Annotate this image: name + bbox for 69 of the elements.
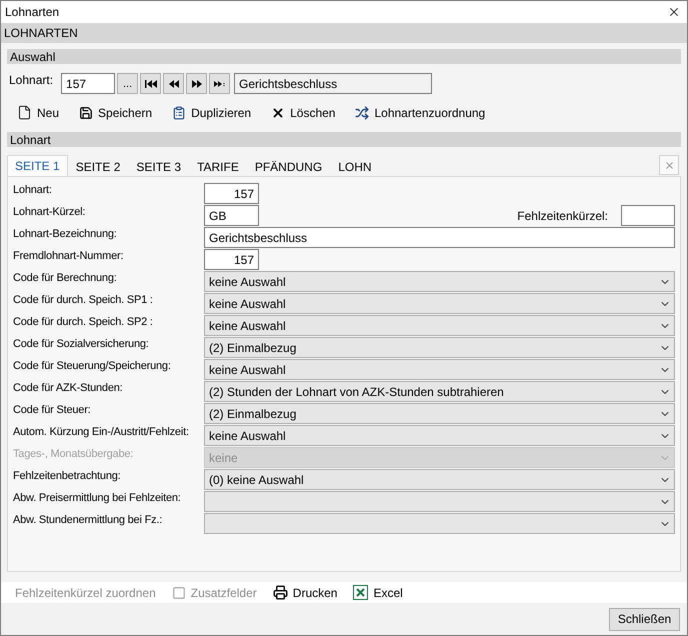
field-label: Code für Sozialversicherung: — [13, 337, 150, 350]
window-title: Lohnarten — [5, 5, 60, 19]
nav-button[interactable] — [209, 73, 230, 94]
clipboard-icon — [172, 106, 186, 120]
field-label: Lohnart-Kürzel: — [13, 205, 86, 218]
field-label: Code für Berechnung: — [13, 271, 118, 284]
field-label: Fehlzeitenbetrachtung: — [13, 469, 122, 482]
page-header: LOHNARTEN — [1, 23, 687, 43]
section-header: Lohnart — [7, 132, 681, 147]
toolbar-button[interactable]: Duplizieren — [168, 104, 256, 122]
field-label: Abw. Stundenermittlung bei Fz.: — [13, 513, 164, 526]
field-label: Tages-, Monatsübergabe: — [13, 447, 134, 460]
tab[interactable]: SEITE 1 — [7, 155, 68, 176]
toolbar-button[interactable]: Drucken — [268, 583, 342, 602]
tab[interactable]: SEITE 2 — [68, 157, 128, 176]
text-field[interactable] — [621, 205, 675, 226]
dropdown[interactable]: keine Auswahl — [204, 425, 675, 446]
field-label: Lohnart: — [9, 73, 54, 87]
skip-icon — [144, 78, 157, 88]
text-field[interactable]: GB — [204, 205, 259, 226]
field-label: Code für durch. Speich. SP2 : — [13, 315, 154, 328]
nav-button[interactable] — [163, 73, 184, 94]
arrow-icon — [168, 78, 180, 88]
dropdown[interactable]: keine Auswahl — [204, 293, 675, 314]
number-field[interactable]: 157 — [204, 183, 259, 204]
dropdown[interactable]: (2) Einmalbezug — [204, 403, 675, 424]
dropdown[interactable]: keine Auswahl — [204, 271, 675, 292]
field-label: Code für durch. Speich. SP1 : — [13, 293, 154, 306]
text-field[interactable]: Gerichtsbeschluss — [204, 227, 675, 248]
dropdown[interactable]: (2) Stunden der Lohnart von AZK-Stunden subtrahieren — [204, 381, 675, 402]
field-label: Autom. Kürzung Ein-/Austritt/Fehlzeit: — [13, 425, 190, 438]
tab[interactable]: PFÄNDUNG — [246, 157, 330, 176]
field-label: Code für AZK-Stunden: — [13, 381, 124, 394]
toolbar-button[interactable]: Speichern — [75, 104, 156, 122]
toolbar-button[interactable]: Lohnartenzuordnung — [351, 104, 490, 122]
field-label: Lohnart: — [13, 183, 53, 196]
browse-button[interactable]: ... — [117, 73, 138, 94]
checkbox-icon — [172, 586, 186, 600]
spreadsheet-icon — [353, 585, 368, 600]
close-button[interactable]: Schließen — [609, 608, 680, 630]
number-field[interactable]: 157 — [61, 73, 116, 94]
dropdown[interactable]: (2) Einmalbezug — [204, 337, 675, 358]
page-icon — [17, 105, 32, 120]
shuffle-icon — [355, 106, 370, 120]
field-label: Lohnart-Bezeichnung: — [13, 227, 118, 240]
save-icon — [79, 106, 94, 120]
name-field: Gerichtsbeschluss — [234, 73, 432, 94]
tab[interactable]: SEITE 3 — [128, 157, 190, 176]
field-label: Fremdlohnart-Nummer: — [13, 249, 124, 262]
field-label: Code für Steuerung/Speicherung: — [13, 359, 172, 372]
field-label: Code für Steuer: — [13, 403, 92, 416]
arrow-icon — [190, 78, 203, 88]
dropdown[interactable]: keine Auswahl — [204, 315, 675, 336]
tab[interactable]: TARIFE — [189, 157, 247, 176]
print-icon — [272, 585, 288, 600]
dropdown[interactable]: keine Auswahl — [204, 359, 675, 380]
section-header: Auswahl — [7, 49, 681, 64]
tab[interactable]: LOHN — [330, 157, 380, 176]
number-field[interactable]: 157 — [204, 249, 259, 270]
nav-button[interactable] — [140, 73, 162, 94]
toolbar-button[interactable]: Excel — [349, 583, 407, 602]
delete-icon — [271, 106, 286, 120]
close-icon[interactable] — [667, 5, 681, 19]
toolbar-button[interactable]: Neu — [13, 103, 64, 122]
nav-button[interactable] — [186, 73, 208, 94]
field-label: Abw. Preisermittlung bei Fehlzeiten: — [13, 491, 182, 504]
field-label: Fehlzeitenkürzel: — [517, 208, 608, 222]
dropdown[interactable]: (0) keine Auswahl — [204, 469, 675, 490]
toolbar-button[interactable]: Löschen — [267, 104, 340, 122]
